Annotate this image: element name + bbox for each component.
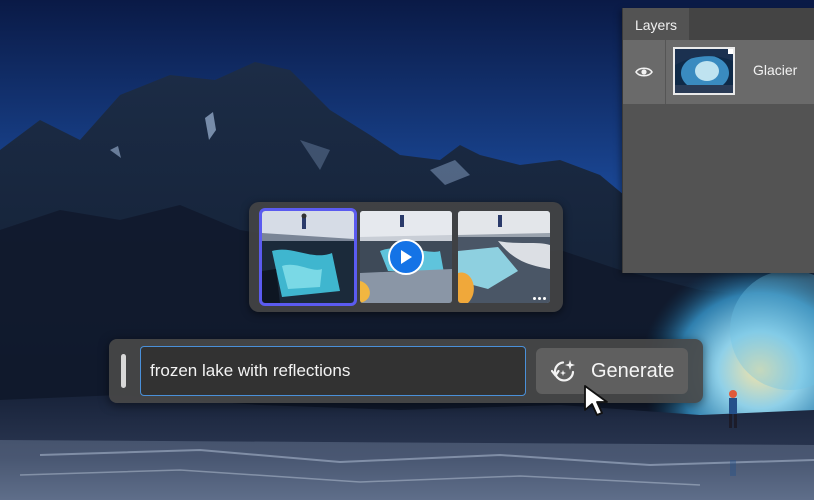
generate-button-label: Generate	[591, 359, 675, 382]
layer-name: Glacier	[753, 62, 798, 78]
layers-panel: Layers Glacier	[622, 8, 814, 273]
tab-layers[interactable]: Layers	[623, 8, 689, 40]
variation-thumbnail-3[interactable]	[458, 211, 550, 303]
more-options-icon[interactable]	[533, 297, 546, 300]
layer-visibility-toggle[interactable]	[623, 40, 666, 104]
play-preview-button[interactable]	[388, 239, 424, 275]
mouse-pointer-icon	[584, 385, 608, 416]
prompt-input[interactable]	[140, 346, 526, 396]
drag-handle[interactable]	[121, 354, 126, 388]
play-icon	[401, 250, 412, 264]
layer-row-glacier[interactable]: Glacier	[623, 40, 814, 104]
variation-thumbnail-1[interactable]	[259, 208, 357, 306]
layer-thumbnail[interactable]	[673, 47, 735, 95]
generative-ai-icon	[551, 358, 577, 384]
layers-tabbar: Layers	[623, 8, 814, 40]
variation-thumbnail-2[interactable]	[360, 211, 452, 303]
generated-variations-tray	[249, 202, 563, 312]
eye-icon	[635, 67, 653, 77]
contextual-taskbar: Generate	[109, 339, 703, 403]
